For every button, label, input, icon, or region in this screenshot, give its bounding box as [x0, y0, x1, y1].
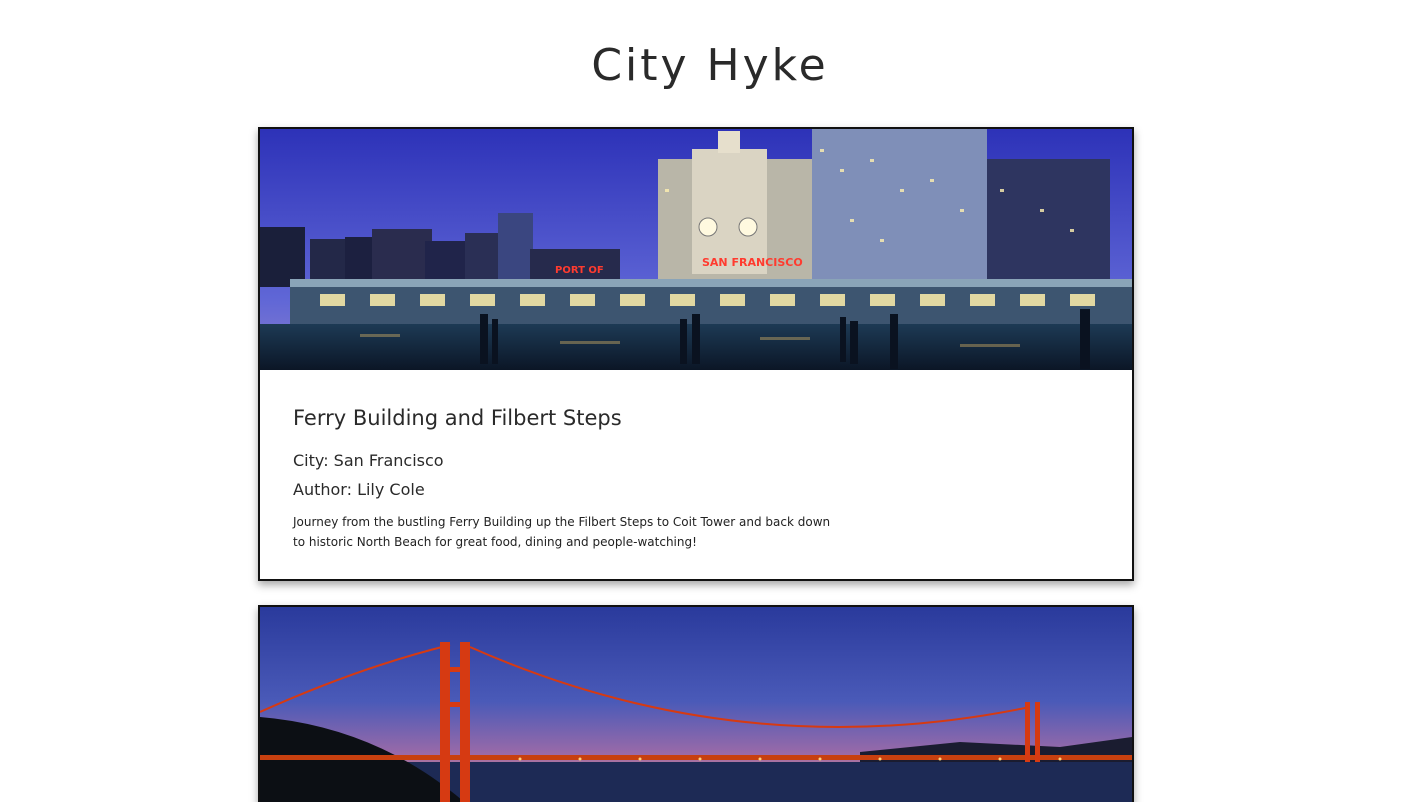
hyke-title[interactable]: Ferry Building and Filbert Steps — [293, 404, 1099, 432]
golden-gate-bridge-image — [260, 607, 1132, 802]
hyke-author: Author: Lily Cole — [293, 480, 425, 499]
ferry-building-image: PORT OF SAN FRANCISCO — [260, 129, 1132, 370]
hyke-description: Journey from the bustling Ferry Building… — [293, 515, 831, 549]
hyke-card[interactable] — [258, 605, 1134, 802]
hyke-card[interactable]: PORT OF SAN FRANCISCO Ferry Building and… — [258, 127, 1134, 581]
hyke-city: City: San Francisco — [293, 451, 444, 470]
image-sign-port: PORT OF — [555, 265, 604, 276]
image-sign-sf: SAN FRANCISCO — [702, 256, 803, 269]
site-title: City Hyke — [591, 40, 829, 91]
